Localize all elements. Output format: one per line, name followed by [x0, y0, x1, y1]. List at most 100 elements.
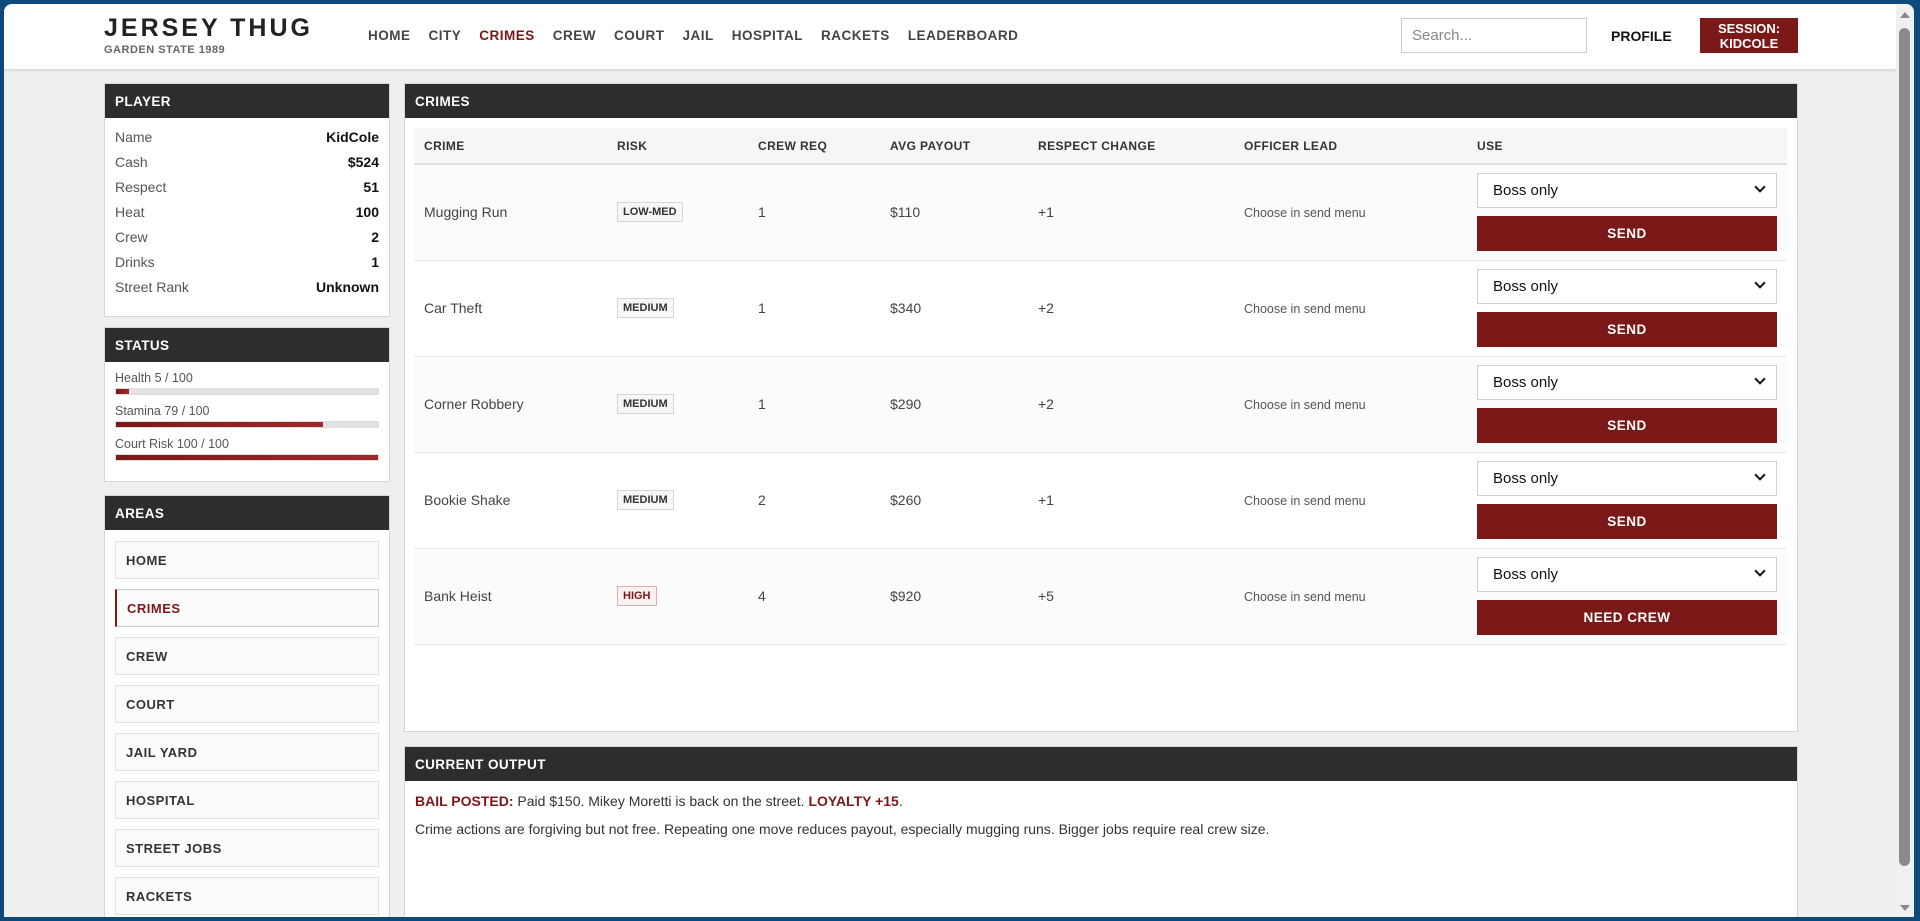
progress-fill [116, 455, 378, 460]
risk-badge: MEDIUM [617, 298, 674, 318]
areas-panel: AREAS HOME CRIMES CREW COURT JAIL YARD HOSPIT… [104, 495, 390, 917]
respect-change: +1 [1028, 164, 1234, 261]
scrollbar[interactable] [1896, 4, 1914, 917]
officer-lead-cell: Choose in send menu [1234, 164, 1467, 261]
area-link-crew[interactable]: CREW [115, 637, 379, 675]
scroll-thumb[interactable] [1899, 28, 1910, 866]
send-button[interactable]: SEND [1477, 312, 1777, 347]
area-link-court[interactable]: COURT [115, 685, 379, 723]
avg-payout: $290 [880, 356, 1028, 453]
risk-badge: HIGH [617, 586, 657, 606]
use-cell: Boss only SEND [1467, 164, 1787, 261]
risk-cell: LOW-MED [607, 164, 748, 261]
nav-leaderboard[interactable]: LEADERBOARD [908, 28, 1019, 43]
table-row: Mugging Run LOW-MED 1 $110 +1 Choose in send … [414, 164, 1787, 261]
status-label: Health 5 / 100 [115, 371, 193, 385]
column-header: USE [1467, 128, 1787, 165]
crew-req: 4 [748, 548, 880, 645]
area-link-hospital[interactable]: HOSPITAL [115, 781, 379, 819]
crew-select[interactable]: Boss only [1477, 173, 1777, 209]
stat-value: 2 [371, 228, 379, 245]
nav-home[interactable]: HOME [368, 28, 411, 43]
progress-bar [115, 388, 379, 395]
progress-fill [116, 422, 323, 427]
nav-court[interactable]: COURT [614, 28, 665, 43]
column-header: RESPECT CHANGE [1028, 128, 1234, 165]
crime-name: Corner Robbery [414, 356, 607, 453]
panel-title: PLAYER [105, 84, 389, 118]
crew-select[interactable]: Boss only [1477, 365, 1777, 400]
risk-badge: LOW-MED [617, 202, 683, 223]
site-title: JERSEY THUG [104, 14, 313, 42]
stat-label: Drinks [115, 253, 155, 270]
logo[interactable]: JERSEY THUG GARDEN STATE 1989 [104, 14, 313, 56]
use-cell: Boss only NEED CREW [1467, 548, 1787, 645]
profile-link[interactable]: PROFILE [1611, 28, 1672, 44]
progress-bar [115, 454, 379, 461]
nav-hospital[interactable]: HOSPITAL [732, 28, 803, 43]
chevron-down-icon [1754, 277, 1766, 289]
crew-select[interactable]: Boss only [1477, 461, 1777, 496]
scroll-up-icon[interactable] [1900, 12, 1910, 18]
send-button[interactable]: SEND [1477, 216, 1777, 252]
output-text: Paid $150. Mikey Moretti is back on the … [513, 793, 809, 809]
player-stat-row: Name KidCole [105, 124, 389, 149]
crew-select[interactable]: Boss only [1477, 269, 1777, 304]
player-panel: PLAYER Name KidCole Cash $524 Respect 51 Heat 1… [104, 83, 390, 317]
panel-title: CRIMES [405, 84, 1797, 118]
chevron-down-icon [1754, 373, 1766, 385]
area-link-rackets[interactable]: RACKETS [115, 877, 379, 915]
table-row: Bookie Shake MEDIUM 2 $260 +1 Choose in send … [414, 452, 1787, 549]
browser-window: JERSEY THUG GARDEN STATE 1989 HOME CITY … [4, 4, 1914, 917]
respect-change: +2 [1028, 260, 1234, 357]
crime-name: Car Theft [414, 260, 607, 357]
use-cell: Boss only SEND [1467, 356, 1787, 453]
crew-req: 2 [748, 452, 880, 549]
area-link-street-jobs[interactable]: STREET JOBS [115, 829, 379, 867]
scroll-down-icon[interactable] [1900, 905, 1910, 911]
area-link-crimes[interactable]: CRIMES [115, 589, 379, 627]
officer-lead: Choose in send menu [1244, 494, 1366, 508]
player-stat-row: Street Rank Unknown [105, 274, 389, 299]
need-crew-button[interactable]: NEED CREW [1477, 600, 1777, 635]
session-user: KIDCOLE [1719, 36, 1779, 51]
select-value: Boss only [1493, 566, 1559, 583]
nav-rackets[interactable]: RACKETS [821, 28, 890, 43]
crew-req: 1 [748, 164, 880, 261]
stat-value: $524 [347, 153, 379, 170]
respect-change: +2 [1028, 356, 1234, 453]
officer-lead: Choose in send menu [1244, 590, 1366, 604]
player-stat-row: Crew 2 [105, 224, 389, 249]
search-input[interactable] [1401, 18, 1587, 53]
area-link-home[interactable]: HOME [115, 541, 379, 579]
nav-crew[interactable]: CREW [553, 28, 596, 43]
crimes-table: CRIME RISK CREW REQ AVG PAYOUT RESPECT CHANG… [414, 128, 1787, 645]
crew-req: 1 [748, 356, 880, 453]
use-cell: Boss only SEND [1467, 260, 1787, 357]
session-label: SESSION: [1717, 21, 1781, 36]
site-subtitle: GARDEN STATE 1989 [104, 44, 226, 56]
output-panel: CURRENT OUTPUT BAIL POSTED: Paid $150. M… [404, 746, 1798, 917]
officer-lead-cell: Choose in send menu [1234, 356, 1467, 453]
output-label: BAIL POSTED: [415, 793, 514, 809]
select-value: Boss only [1493, 278, 1559, 295]
stat-label: Cash [115, 153, 148, 170]
nav-jail[interactable]: JAIL [683, 28, 714, 43]
nav-city[interactable]: CITY [429, 28, 462, 43]
officer-lead-cell: Choose in send menu [1234, 260, 1467, 357]
send-button[interactable]: SEND [1477, 504, 1777, 539]
status-label: Court Risk 100 / 100 [115, 437, 229, 451]
stat-value: 1 [371, 253, 379, 270]
output-note: Crime actions are forgiving but not free… [415, 821, 1270, 837]
table-row: Bank Heist HIGH 4 $920 +5 Choose in send menu… [414, 548, 1787, 645]
avg-payout: $920 [880, 548, 1028, 645]
risk-cell: MEDIUM [607, 452, 748, 549]
send-button[interactable]: SEND [1477, 408, 1777, 443]
crew-select[interactable]: Boss only [1477, 557, 1777, 592]
nav-crimes[interactable]: CRIMES [479, 28, 535, 43]
stat-label: Heat [115, 203, 145, 220]
status-item: Court Risk 100 / 100 [105, 437, 389, 461]
session-button[interactable]: SESSION: KIDCOLE [1700, 18, 1798, 53]
status-panel: STATUS Health 5 / 100 Stamina 79 / 100 Cou… [104, 327, 390, 482]
area-link-jail-yard[interactable]: JAIL YARD [115, 733, 379, 771]
